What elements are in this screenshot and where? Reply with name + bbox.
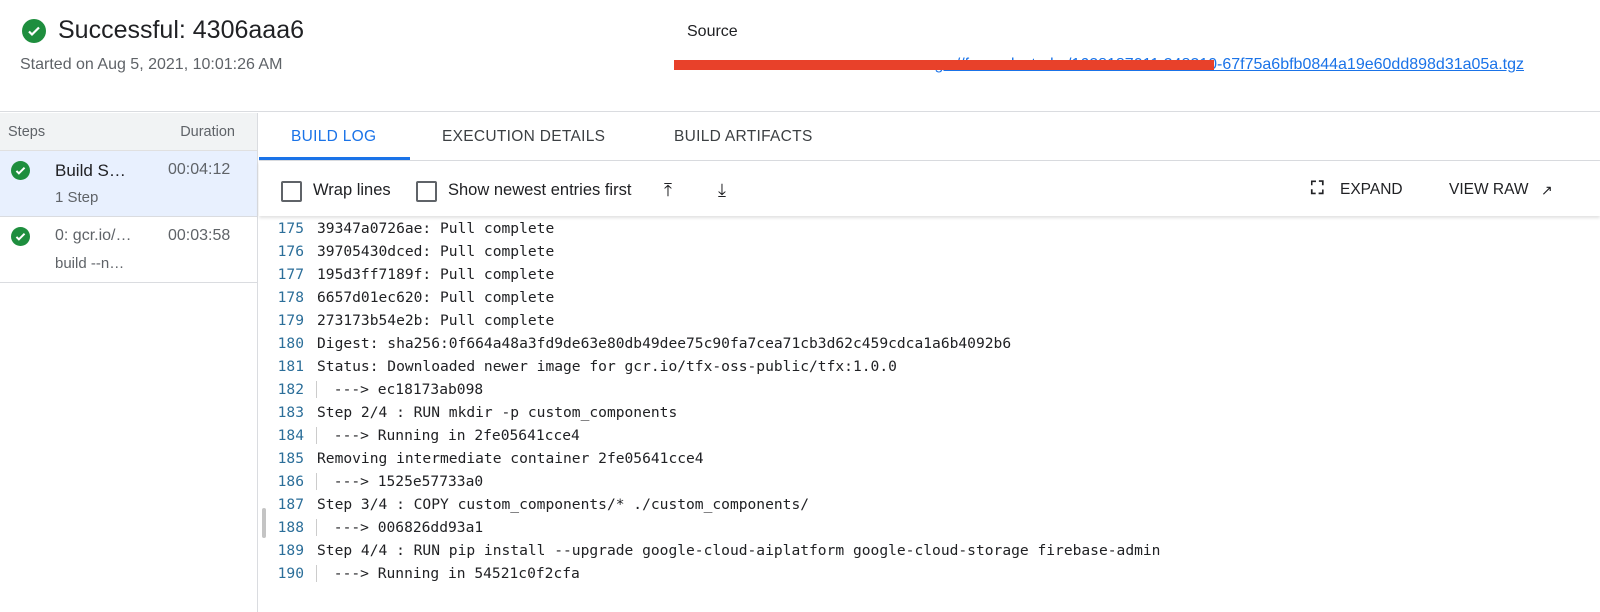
log-line: 184 ---> Running in 2fe05641cce4 bbox=[259, 427, 1559, 450]
steps-header: Steps Duration bbox=[0, 113, 257, 151]
log-line: 187 Step 3/4 : COPY custom_components/* .… bbox=[259, 496, 1559, 519]
build-title: Successful: 4306aaa6 bbox=[22, 16, 304, 45]
expand-icon[interactable]: ⛶ bbox=[1311, 178, 1324, 199]
log-text: Digest: sha256:0f664a48a3fd9de63e80db49d… bbox=[317, 335, 1012, 352]
open-external-icon[interactable]: ↗ bbox=[1541, 182, 1553, 199]
log-line: 189 Step 4/4 : RUN pip install --upgrade … bbox=[259, 542, 1559, 565]
success-check-icon bbox=[11, 161, 30, 180]
line-number: 189 bbox=[277, 542, 304, 559]
line-number: 175 bbox=[277, 220, 304, 237]
step-sub: build --n… bbox=[55, 255, 125, 272]
log-line: 175 39347a0726ae: Pull complete bbox=[259, 220, 1559, 243]
line-number: 184 bbox=[277, 427, 304, 444]
log-line: 181 Status: Downloaded newer image for gc… bbox=[259, 358, 1559, 381]
log-text: ---> 1525e57733a0 bbox=[316, 473, 484, 490]
log-line: 185 Removing intermediate container 2fe05… bbox=[259, 450, 1559, 473]
line-number: 179 bbox=[277, 312, 304, 329]
line-number: 182 bbox=[277, 381, 304, 398]
log-line: 183 Step 2/4 : RUN mkdir -p custom_compon… bbox=[259, 404, 1559, 427]
build-title-text: Successful: 4306aaa6 bbox=[58, 16, 305, 44]
build-log: 17475d1750e6c48: Pull complete17539347a0… bbox=[259, 197, 1600, 612]
line-number: 186 bbox=[277, 473, 304, 490]
newest-first-label: Show newest entries first bbox=[448, 181, 632, 199]
log-line: 176 39705430dced: Pull complete bbox=[259, 243, 1559, 266]
log-line: 177 195d3ff7189f: Pull complete bbox=[259, 266, 1559, 289]
log-scrollbar[interactable] bbox=[262, 508, 266, 538]
log-text: ---> 006826dd93a1 bbox=[316, 519, 484, 536]
step-duration: 00:03:58 bbox=[168, 227, 231, 244]
steps-panel: Steps Duration Build S… 1 Step 00:04:12 … bbox=[0, 113, 258, 612]
tab-bar: BUILD LOG EXECUTION DETAILS BUILD ARTIFA… bbox=[259, 113, 1600, 161]
view-raw-button[interactable]: VIEW RAW bbox=[1449, 181, 1529, 199]
log-text: Step 4/4 : RUN pip install --upgrade goo… bbox=[317, 542, 1161, 559]
log-line: 190 ---> Running in 54521c0f2cfa bbox=[259, 565, 1559, 588]
step-duration: 00:04:12 bbox=[168, 161, 231, 178]
line-number: 183 bbox=[277, 404, 304, 421]
redaction-mark bbox=[674, 60, 1214, 70]
log-line: 179 273173b54e2b: Pull complete bbox=[259, 312, 1559, 335]
build-header: Successful: 4306aaa6 Started on Aug 5, 2… bbox=[0, 0, 1600, 112]
log-text: ---> ec18173ab098 bbox=[316, 381, 484, 398]
scroll-to-top-icon[interactable]: ⤒ bbox=[664, 180, 672, 201]
log-text: Removing intermediate container 2fe05641… bbox=[317, 450, 704, 467]
log-text: ---> Running in 2fe05641cce4 bbox=[316, 427, 580, 444]
log-line: 182 ---> ec18173ab098 bbox=[259, 381, 1559, 404]
step-sub: 1 Step bbox=[55, 189, 99, 206]
log-line: 188 ---> 006826dd93a1 bbox=[259, 519, 1559, 542]
log-text: ---> Running in 54521c0f2cfa bbox=[316, 565, 580, 582]
step-name: Build S… bbox=[55, 161, 126, 180]
wrap-lines-checkbox[interactable] bbox=[281, 181, 302, 202]
log-text: 39347a0726ae: Pull complete bbox=[317, 220, 555, 237]
scroll-to-bottom-icon[interactable]: ⤓ bbox=[718, 180, 726, 201]
started-time: Started on Aug 5, 2021, 10:01:26 AM bbox=[20, 56, 283, 73]
success-check-icon bbox=[11, 227, 30, 246]
line-number: 190 bbox=[277, 565, 304, 582]
log-text: Step 2/4 : RUN mkdir -p custom_component… bbox=[317, 404, 678, 421]
log-text: 6657d01ec620: Pull complete bbox=[317, 289, 555, 306]
line-number: 181 bbox=[277, 358, 304, 375]
step-name: 0: gcr.io/… bbox=[55, 227, 132, 244]
step-row-0[interactable]: 0: gcr.io/… build --n… 00:03:58 bbox=[0, 217, 257, 283]
log-text: 273173b54e2b: Pull complete bbox=[317, 312, 555, 329]
log-text: 39705430dced: Pull complete bbox=[317, 243, 555, 260]
log-text: 195d3ff7189f: Pull complete bbox=[317, 266, 555, 283]
line-number: 176 bbox=[277, 243, 304, 260]
wrap-lines-label: Wrap lines bbox=[313, 181, 391, 199]
expand-button[interactable]: EXPAND bbox=[1340, 181, 1403, 199]
tab-execution-details[interactable]: EXECUTION DETAILS bbox=[442, 128, 605, 146]
log-line: 186 ---> 1525e57733a0 bbox=[259, 473, 1559, 496]
log-text: Step 3/4 : COPY custom_components/* ./cu… bbox=[317, 496, 810, 513]
line-number: 177 bbox=[277, 266, 304, 283]
active-tab-indicator bbox=[259, 157, 410, 160]
line-number: 185 bbox=[277, 450, 304, 467]
tab-build-artifacts[interactable]: BUILD ARTIFACTS bbox=[674, 128, 813, 146]
success-check-icon bbox=[22, 18, 46, 43]
log-line: 178 6657d01ec620: Pull complete bbox=[259, 289, 1559, 312]
log-text: Status: Downloaded newer image for gcr.i… bbox=[317, 358, 897, 375]
steps-col-label: Steps bbox=[8, 123, 46, 140]
line-number: 178 bbox=[277, 289, 304, 306]
duration-col-label: Duration bbox=[180, 123, 235, 140]
step-row-build-summary[interactable]: Build S… 1 Step 00:04:12 bbox=[0, 151, 257, 217]
source-label: Source bbox=[687, 23, 738, 40]
log-line: 180 Digest: sha256:0f664a48a3fd9de63e80db… bbox=[259, 335, 1559, 358]
newest-first-checkbox[interactable] bbox=[416, 181, 437, 202]
tab-build-log[interactable]: BUILD LOG bbox=[291, 128, 376, 146]
line-number: 180 bbox=[277, 335, 304, 352]
log-toolbar: Wrap lines Show newest entries first ⤒ ⤓… bbox=[259, 161, 1600, 216]
